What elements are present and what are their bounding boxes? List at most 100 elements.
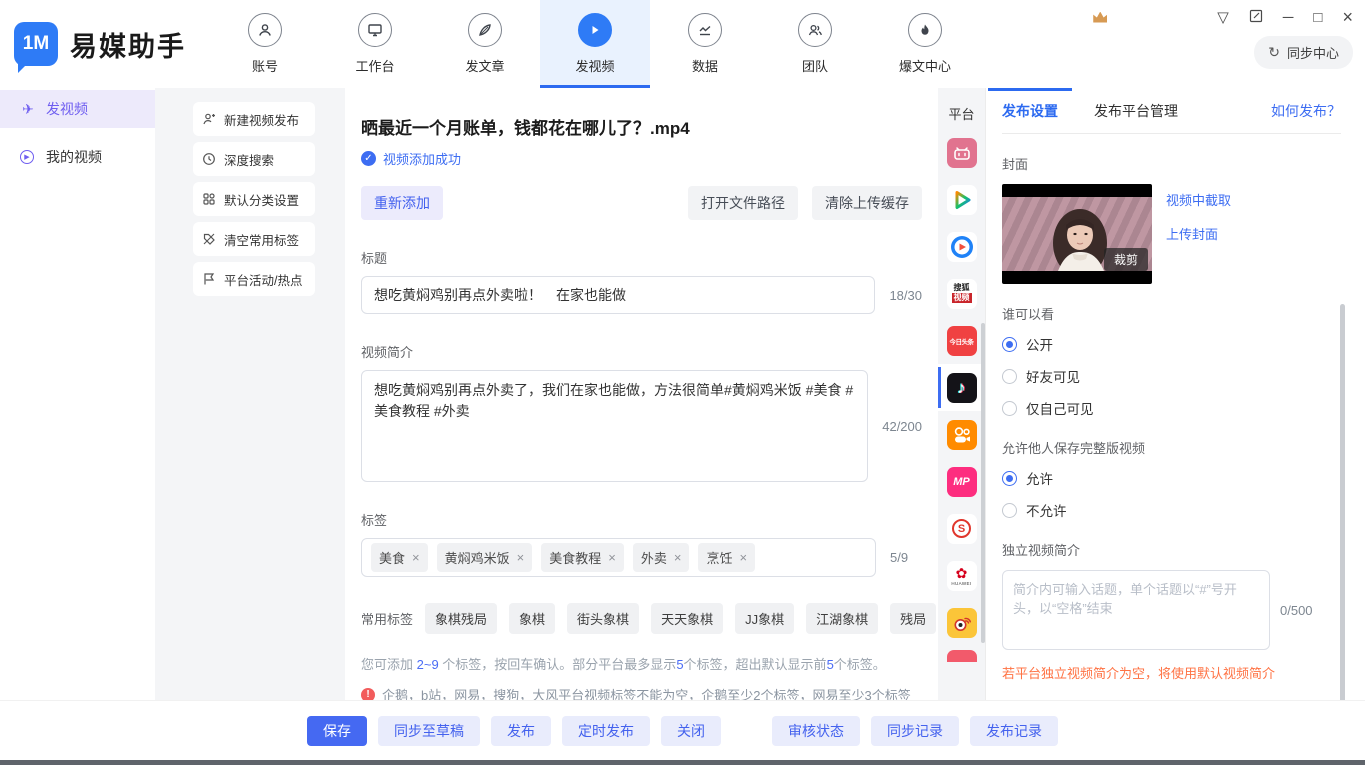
action-label: 新建视频发布: [224, 110, 299, 129]
nav-team[interactable]: 团队: [760, 0, 870, 88]
publish-button[interactable]: 发布: [491, 716, 551, 746]
platform-douyin[interactable]: ♪: [938, 364, 985, 411]
nav-workbench[interactable]: 工作台: [320, 0, 430, 88]
common-tag[interactable]: 江湖象棋: [806, 603, 878, 634]
description-textarea[interactable]: 想吃黄焖鸡别再点外卖了，我们在家也能做，方法很简单#黄焖鸡米饭 #美食 #美食教…: [361, 370, 868, 482]
remove-tag-icon[interactable]: ×: [608, 550, 616, 565]
title-label: 标题: [361, 248, 922, 267]
sidebar-item-publish-video[interactable]: ✈ 发视频: [0, 90, 155, 128]
tab-platform-manage[interactable]: 发布平台管理: [1094, 88, 1178, 133]
radio-friends-only[interactable]: 好友可见: [1002, 366, 1341, 386]
close-icon[interactable]: ×: [1342, 8, 1353, 26]
app-title: 易媒助手: [70, 25, 186, 64]
open-file-path-button[interactable]: 打开文件路径: [688, 186, 798, 220]
platform-kuaishou[interactable]: [938, 411, 985, 458]
publish-records-button[interactable]: 发布记录: [970, 716, 1058, 746]
cover-label: 封面: [1002, 154, 1341, 173]
nav-publish-article[interactable]: 发文章: [430, 0, 540, 88]
title-input[interactable]: [361, 276, 875, 314]
radio-public[interactable]: 公开: [1002, 334, 1341, 354]
left-sidebar: ✈ 发视频 ▶ 我的视频: [0, 88, 155, 700]
nav-label: 爆文中心: [899, 56, 951, 75]
common-tag[interactable]: 象棋残局: [425, 603, 497, 634]
platform-tencent-video[interactable]: [938, 176, 985, 223]
kuaishou-icon: [947, 420, 977, 450]
remove-tag-icon[interactable]: ×: [412, 550, 420, 565]
new-video-publish-button[interactable]: 新建视频发布: [193, 102, 315, 136]
action-label: 清空常用标签: [224, 230, 299, 249]
sync-center-button[interactable]: ↻ 同步中心: [1254, 36, 1353, 69]
independent-desc-note: 若平台独立视频简介为空，将使用默认视频简介: [1002, 663, 1341, 682]
nav-publish-video[interactable]: 发视频: [540, 0, 650, 88]
common-tag[interactable]: 街头象棋: [567, 603, 639, 634]
platform-huawei[interactable]: ✿ HUAWEI: [938, 552, 985, 599]
sync-records-button[interactable]: 同步记录: [871, 716, 959, 746]
common-tag[interactable]: 残局: [890, 603, 936, 634]
clear-common-tags-button[interactable]: 清空常用标签: [193, 222, 315, 256]
sidebar-item-my-videos[interactable]: ▶ 我的视频: [0, 138, 155, 176]
sohu-video-icon: 搜狐 视频: [947, 279, 977, 309]
save-button[interactable]: 保存: [307, 716, 367, 746]
remove-tag-icon[interactable]: ×: [739, 550, 747, 565]
feather-pen-icon: [468, 13, 502, 47]
remove-tag-icon[interactable]: ×: [674, 550, 682, 565]
tray-app-icon[interactable]: [1093, 12, 1107, 23]
platform-activity-button[interactable]: 平台活动/热点: [193, 262, 315, 296]
common-tag[interactable]: JJ象棋: [735, 603, 794, 634]
scheduled-publish-button[interactable]: 定时发布: [562, 716, 650, 746]
radio-disallow[interactable]: 不允许: [1002, 500, 1341, 520]
upload-cover-link[interactable]: 上传封面: [1166, 224, 1231, 243]
platform-sohu-video[interactable]: 搜狐 视频: [938, 270, 985, 317]
re-add-button[interactable]: 重新添加: [361, 186, 443, 220]
crop-button[interactable]: 裁剪: [1104, 248, 1148, 271]
common-tag[interactable]: 象棋: [509, 603, 555, 634]
sync-to-draft-button[interactable]: 同步至草稿: [378, 716, 480, 746]
radio-icon: [1002, 503, 1017, 518]
brand: 1M 易媒助手: [0, 0, 210, 88]
radio-selected-icon: [1002, 337, 1017, 352]
review-status-button[interactable]: 审核状态: [772, 716, 860, 746]
capture-from-video-link[interactable]: 视频中截取: [1166, 190, 1231, 209]
tags-input[interactable]: 美食× 黄焖鸡米饭× 美食教程× 外卖× 烹饪×: [361, 538, 876, 577]
platform-toutiao[interactable]: 今日头条: [938, 317, 985, 364]
common-tag[interactable]: 天天象棋: [651, 603, 723, 634]
bottom-action-bar: 保存 同步至草稿 发布 定时发布 关闭 审核状态 同步记录 发布记录: [0, 700, 1365, 760]
minimize-icon[interactable]: ─: [1283, 10, 1294, 25]
radio-private[interactable]: 仅自己可见: [1002, 398, 1341, 418]
tab-publish-settings[interactable]: 发布设置: [1002, 88, 1058, 133]
weibo-icon: [947, 608, 977, 638]
independent-desc-textarea[interactable]: [1002, 570, 1270, 650]
action-label: 默认分类设置: [224, 190, 299, 209]
tencent-video-icon: [947, 185, 977, 215]
grid-icon: [202, 192, 216, 206]
cover-thumbnail[interactable]: 裁剪: [1002, 184, 1152, 284]
dropdown-caret-icon[interactable]: ▽: [1217, 10, 1229, 25]
panel-scrollbar[interactable]: [1340, 304, 1345, 700]
how-to-publish-link[interactable]: 如何发布？: [1271, 101, 1341, 121]
main-nav: 账号 工作台 发文章 发视频: [210, 0, 980, 88]
description-label: 视频简介: [361, 342, 922, 361]
feedback-icon[interactable]: [1249, 9, 1263, 26]
default-category-button[interactable]: 默认分类设置: [193, 182, 315, 216]
tag-chip: 黄焖鸡米饭×: [437, 543, 533, 572]
platform-sina[interactable]: S: [938, 505, 985, 552]
app-window: 1M 易媒助手 账号 工作台 发文章: [0, 0, 1365, 765]
platform-weibo[interactable]: [938, 599, 985, 646]
maximize-icon[interactable]: □: [1313, 10, 1322, 25]
platform-haokan-video[interactable]: [938, 223, 985, 270]
nav-data[interactable]: 数据: [650, 0, 760, 88]
nav-hot-center[interactable]: 爆文中心: [870, 0, 980, 88]
close-button[interactable]: 关闭: [661, 716, 721, 746]
clear-upload-cache-button[interactable]: 清除上传缓存: [812, 186, 922, 220]
action-label: 平台活动/热点: [224, 270, 302, 289]
sina-s-icon: S: [947, 514, 977, 544]
platform-meipai[interactable]: MP: [938, 458, 985, 505]
nav-account[interactable]: 账号: [210, 0, 320, 88]
radio-allow[interactable]: 允许: [1002, 468, 1341, 488]
platform-bilibili[interactable]: [938, 129, 985, 176]
add-user-icon: [202, 112, 216, 126]
remove-tag-icon[interactable]: ×: [517, 550, 525, 565]
platform-partial-icon[interactable]: [947, 650, 977, 662]
deep-search-button[interactable]: 深度搜索: [193, 142, 315, 176]
independent-desc-counter: 0/500: [1280, 603, 1313, 618]
